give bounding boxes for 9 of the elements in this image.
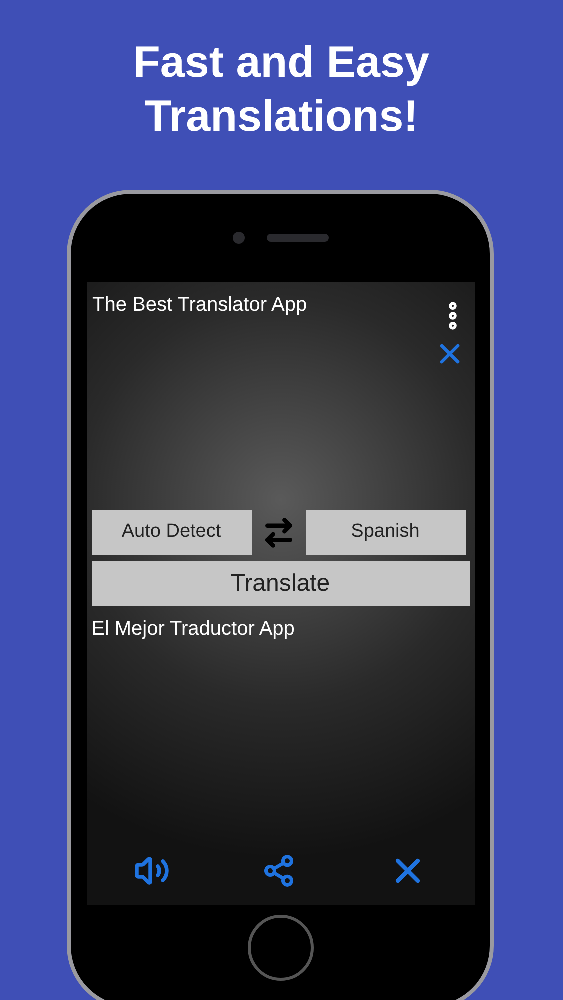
share-icon[interactable] [262,854,296,888]
headline: Fast and Easy Translations! [134,37,430,143]
camera-icon [232,232,244,244]
target-language-button[interactable]: Spanish [306,510,466,555]
source-language-button[interactable]: Auto Detect [92,510,252,555]
output-text: El Mejor Traductor App [92,617,296,642]
translate-button[interactable]: Translate [92,561,470,606]
speaker-grille [266,234,328,242]
input-text[interactable]: The Best Translator App [92,290,308,320]
